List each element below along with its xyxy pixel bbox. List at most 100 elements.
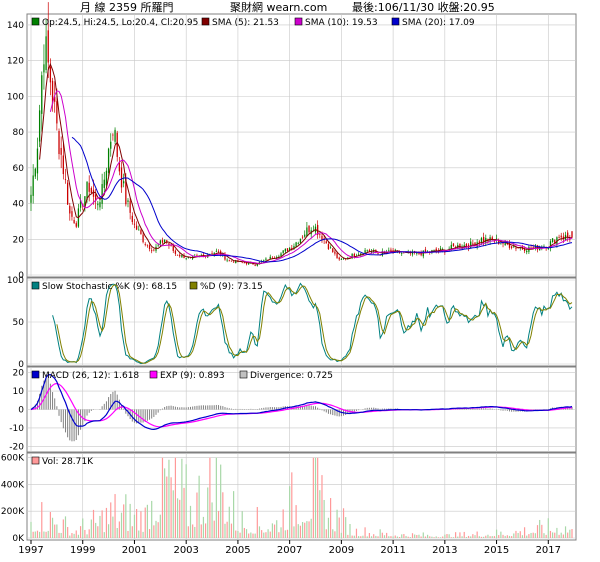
candle-body <box>196 255 198 257</box>
price-tick-label: 120 <box>7 57 24 67</box>
candle-body <box>510 246 513 248</box>
last-close-info: 最後:106/11/30 收盤:20.95 <box>352 0 495 14</box>
macd-legend-label: EXP (9): 0.893 <box>160 371 225 381</box>
candle-body <box>284 248 286 252</box>
candle-body <box>43 64 45 73</box>
candle-body <box>571 231 573 238</box>
candle-body <box>228 260 230 262</box>
price-tick-label: 20 <box>13 235 25 245</box>
macd-legend-swatch <box>31 370 40 379</box>
candle-body <box>69 205 71 214</box>
candle-body <box>500 243 502 245</box>
vol-tick-label: 200K <box>1 507 25 517</box>
x-tick-label: 2009 <box>329 545 354 556</box>
candle-body <box>120 167 123 188</box>
candle-body <box>217 251 220 253</box>
candle-body <box>336 253 338 259</box>
candle-body <box>131 215 133 223</box>
candle-body <box>146 244 149 246</box>
candle-body <box>60 147 62 155</box>
stoch-legend-label: Slow Stochastic %K (9): 68.15 <box>42 282 177 292</box>
candle-body <box>144 243 146 245</box>
candle-body <box>368 250 371 252</box>
candle-body <box>282 250 284 253</box>
candle-body <box>47 30 49 63</box>
candle-body <box>366 250 368 252</box>
x-tick-label: 2015 <box>484 545 509 556</box>
candle-body <box>114 129 116 142</box>
vol-tick-label: 600K <box>1 454 25 464</box>
candle-body <box>472 243 474 245</box>
candle-body <box>280 253 282 256</box>
candle-body <box>263 260 265 262</box>
candle-body <box>338 257 340 260</box>
candle-body <box>32 175 34 196</box>
candle-body <box>129 201 131 213</box>
candle-body <box>332 248 334 253</box>
candle-body <box>433 249 435 251</box>
price-legend-label: SMA (5): 21.53 <box>212 18 279 28</box>
candle-body <box>364 250 366 253</box>
candle-body <box>532 247 534 248</box>
candle-body <box>306 227 308 237</box>
candle-body <box>185 258 187 260</box>
candle-body <box>515 247 517 249</box>
price-tick-label: 40 <box>13 200 25 210</box>
vol-panel <box>26 452 577 541</box>
chart-title: 月 線 2359 所羅門 <box>80 0 173 14</box>
candle-body <box>58 130 60 155</box>
candle-body <box>299 238 302 243</box>
candle-body <box>452 243 455 247</box>
candle-body <box>295 242 297 247</box>
candle-body <box>99 202 101 208</box>
candle-body <box>34 168 36 177</box>
price-legend-label: SMA (20): 17.09 <box>402 18 475 28</box>
candle-body <box>116 132 118 157</box>
candle-body <box>133 223 136 225</box>
candle-body <box>103 179 105 188</box>
candle-body <box>243 262 246 264</box>
candle-body <box>179 254 181 257</box>
candle-body <box>286 248 289 252</box>
candle-body <box>45 36 47 70</box>
stock-chart: 月 線 2359 所羅門 聚財網 wearn.com 最後:106/11/30 … <box>0 0 600 558</box>
candle-body <box>151 250 153 252</box>
candle-body <box>482 236 485 242</box>
x-tick-label: 2013 <box>432 545 457 556</box>
candle-body <box>377 253 379 254</box>
macd-tick-label: 10 <box>13 387 25 397</box>
candle-body <box>107 148 110 173</box>
site-name: 聚財網 wearn.com <box>230 0 327 14</box>
candle-body <box>304 234 306 237</box>
candle-body <box>101 184 103 204</box>
candle-body <box>138 229 140 231</box>
candle-body <box>334 251 336 254</box>
candle-body <box>88 182 90 192</box>
candle-body <box>163 239 166 243</box>
candle-body <box>388 250 390 252</box>
macd-legend-label: Divergence: 0.725 <box>250 371 333 381</box>
price-legend-swatch <box>391 17 400 26</box>
stoch-legend-swatch <box>31 281 40 290</box>
candle-body <box>127 200 129 202</box>
price-legend-label: SMA (10): 19.53 <box>305 18 378 28</box>
x-tick-label: 2011 <box>380 545 405 556</box>
candle-body <box>153 249 155 251</box>
x-tick-label: 2001 <box>122 545 147 556</box>
price-legend-swatch <box>31 17 40 26</box>
macd-legend-label: MACD (26, 12): 1.618 <box>42 371 139 381</box>
candle-body <box>49 66 52 83</box>
candle-body <box>211 253 213 255</box>
candle-body <box>230 260 233 262</box>
volume-legend-swatch <box>31 456 40 465</box>
candle-body <box>560 235 562 238</box>
candle-body <box>226 259 228 261</box>
candle-body <box>159 240 161 244</box>
candle-body <box>71 211 73 217</box>
candle-body <box>459 243 461 249</box>
candle-body <box>110 141 112 149</box>
candle-body <box>254 265 256 266</box>
candle-body <box>308 225 310 233</box>
x-tick-label: 2003 <box>173 545 198 556</box>
candle-body <box>256 264 258 266</box>
